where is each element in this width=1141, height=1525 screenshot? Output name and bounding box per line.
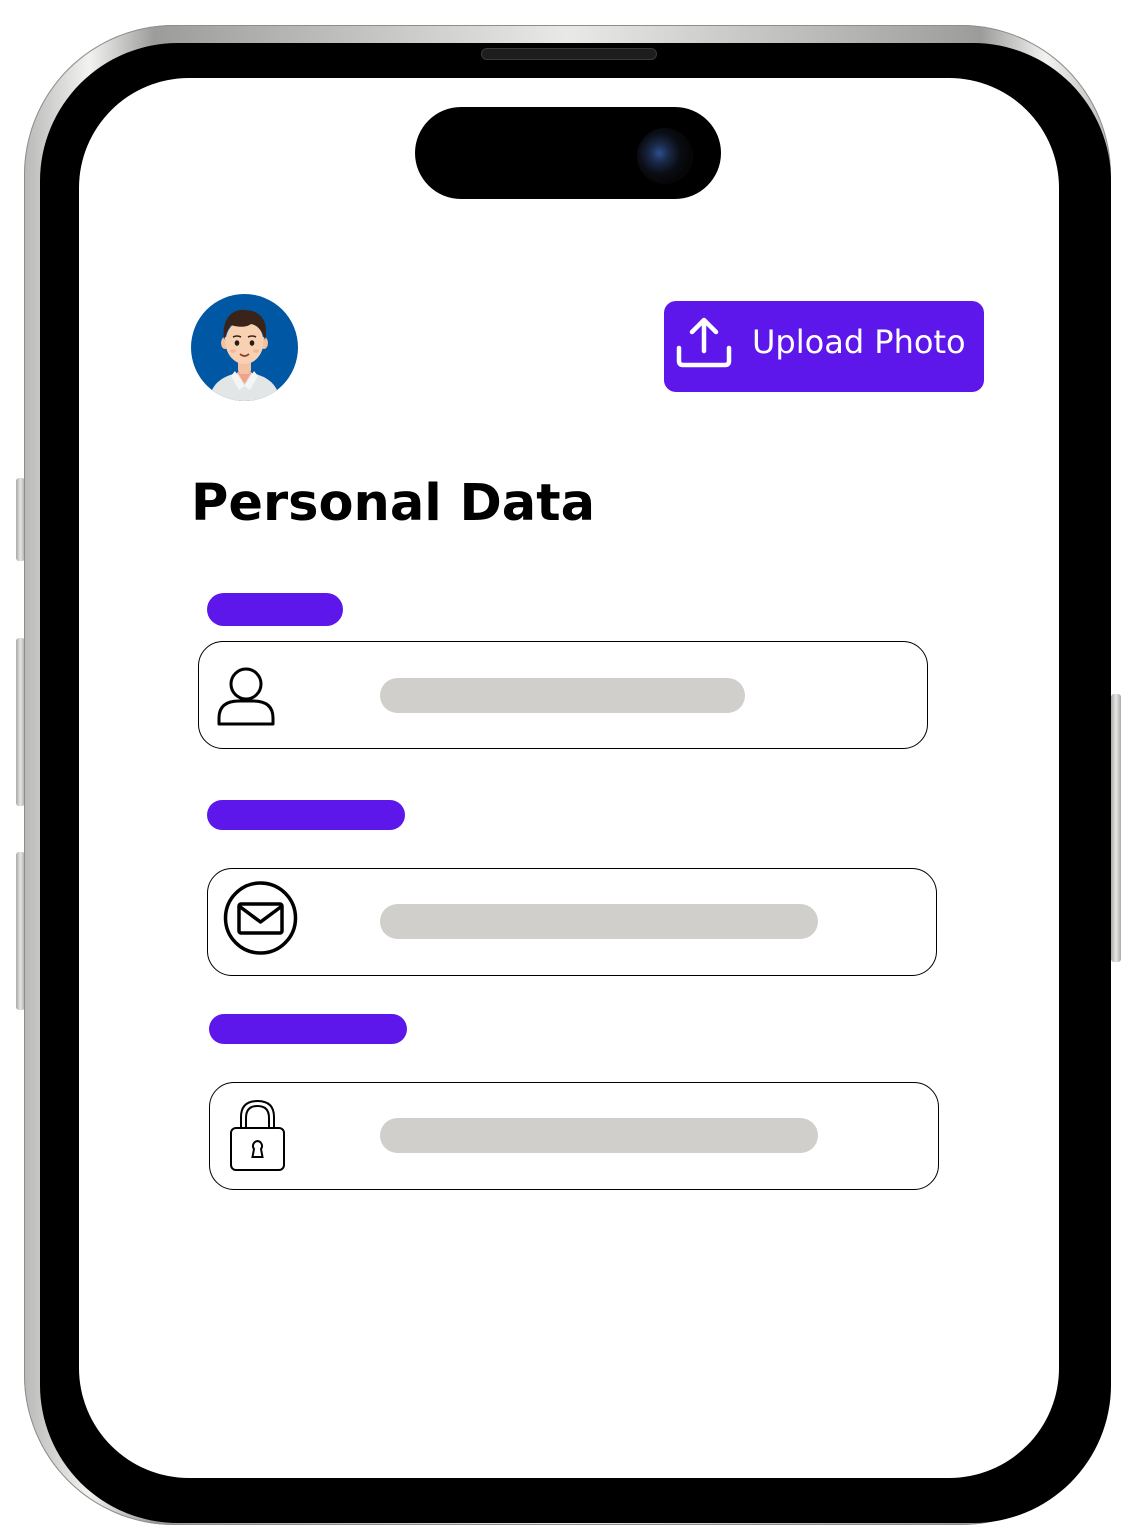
upload-photo-label: Upload Photo [752,323,966,361]
upload-photo-button[interactable]: Upload Photo [664,301,984,392]
page-title: Personal Data [191,474,596,533]
upload-icon [676,317,732,368]
front-camera-icon [637,128,693,184]
mail-icon [223,881,298,955]
power-button [1111,694,1121,962]
earpiece-speaker [481,48,657,60]
name-field-label [207,593,343,626]
user-avatar-icon [191,294,298,401]
avatar[interactable] [191,294,298,401]
password-field-value [380,1118,818,1153]
email-field-value [380,904,818,939]
password-field-label [209,1014,407,1044]
name-field-value [380,678,745,713]
email-field-label [207,800,405,830]
user-icon [217,667,275,726]
phone-screen [79,78,1059,1478]
lock-icon [230,1099,285,1171]
